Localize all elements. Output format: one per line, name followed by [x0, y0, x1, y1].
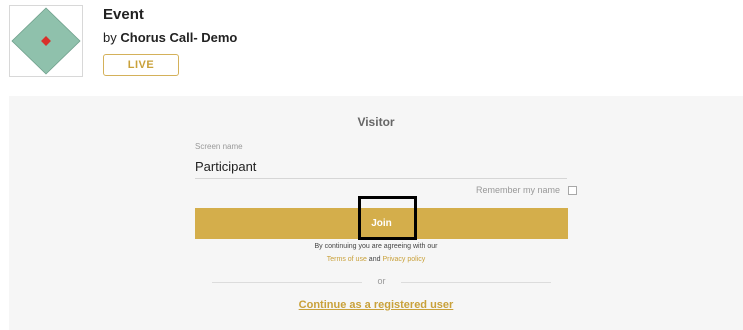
terms-of-use-link[interactable]: Terms of use: [327, 256, 367, 263]
continue-registered-user-link[interactable]: Continue as a registered user: [9, 299, 743, 311]
join-button[interactable]: Join: [195, 208, 568, 239]
panel-title: Visitor: [357, 115, 395, 129]
or-divider: or: [212, 276, 551, 288]
checkbox-unchecked-icon[interactable]: [568, 185, 577, 195]
live-status-badge: LIVE: [103, 54, 179, 76]
screen-name-label: Screen name: [195, 142, 243, 151]
screen-name-input[interactable]: [195, 154, 567, 179]
event-logo: [9, 5, 83, 77]
divider-line-right: [401, 282, 551, 283]
by-prefix: by: [103, 30, 117, 45]
remember-my-name[interactable]: Remember my name: [476, 185, 577, 195]
or-text: or: [377, 276, 386, 286]
organizer-name: Chorus Call- Demo: [120, 30, 238, 45]
agreement-text: By continuing you are agreeing with our: [314, 243, 438, 250]
privacy-policy-link[interactable]: Privacy policy: [382, 256, 425, 263]
diamond-logo-icon: [11, 7, 81, 75]
remember-label: Remember my name: [475, 185, 560, 195]
agreement-links: Terms of use and Privacy policy: [9, 256, 743, 263]
event-title: Event: [103, 6, 144, 23]
event-login-page: Event by Chorus Call- Demo LIVE Visitor …: [0, 0, 743, 330]
and-text: and: [368, 256, 381, 263]
event-organizer: by Chorus Call- Demo: [103, 30, 237, 45]
visitor-login-panel: Visitor Screen name Remember my name Joi…: [9, 96, 743, 330]
